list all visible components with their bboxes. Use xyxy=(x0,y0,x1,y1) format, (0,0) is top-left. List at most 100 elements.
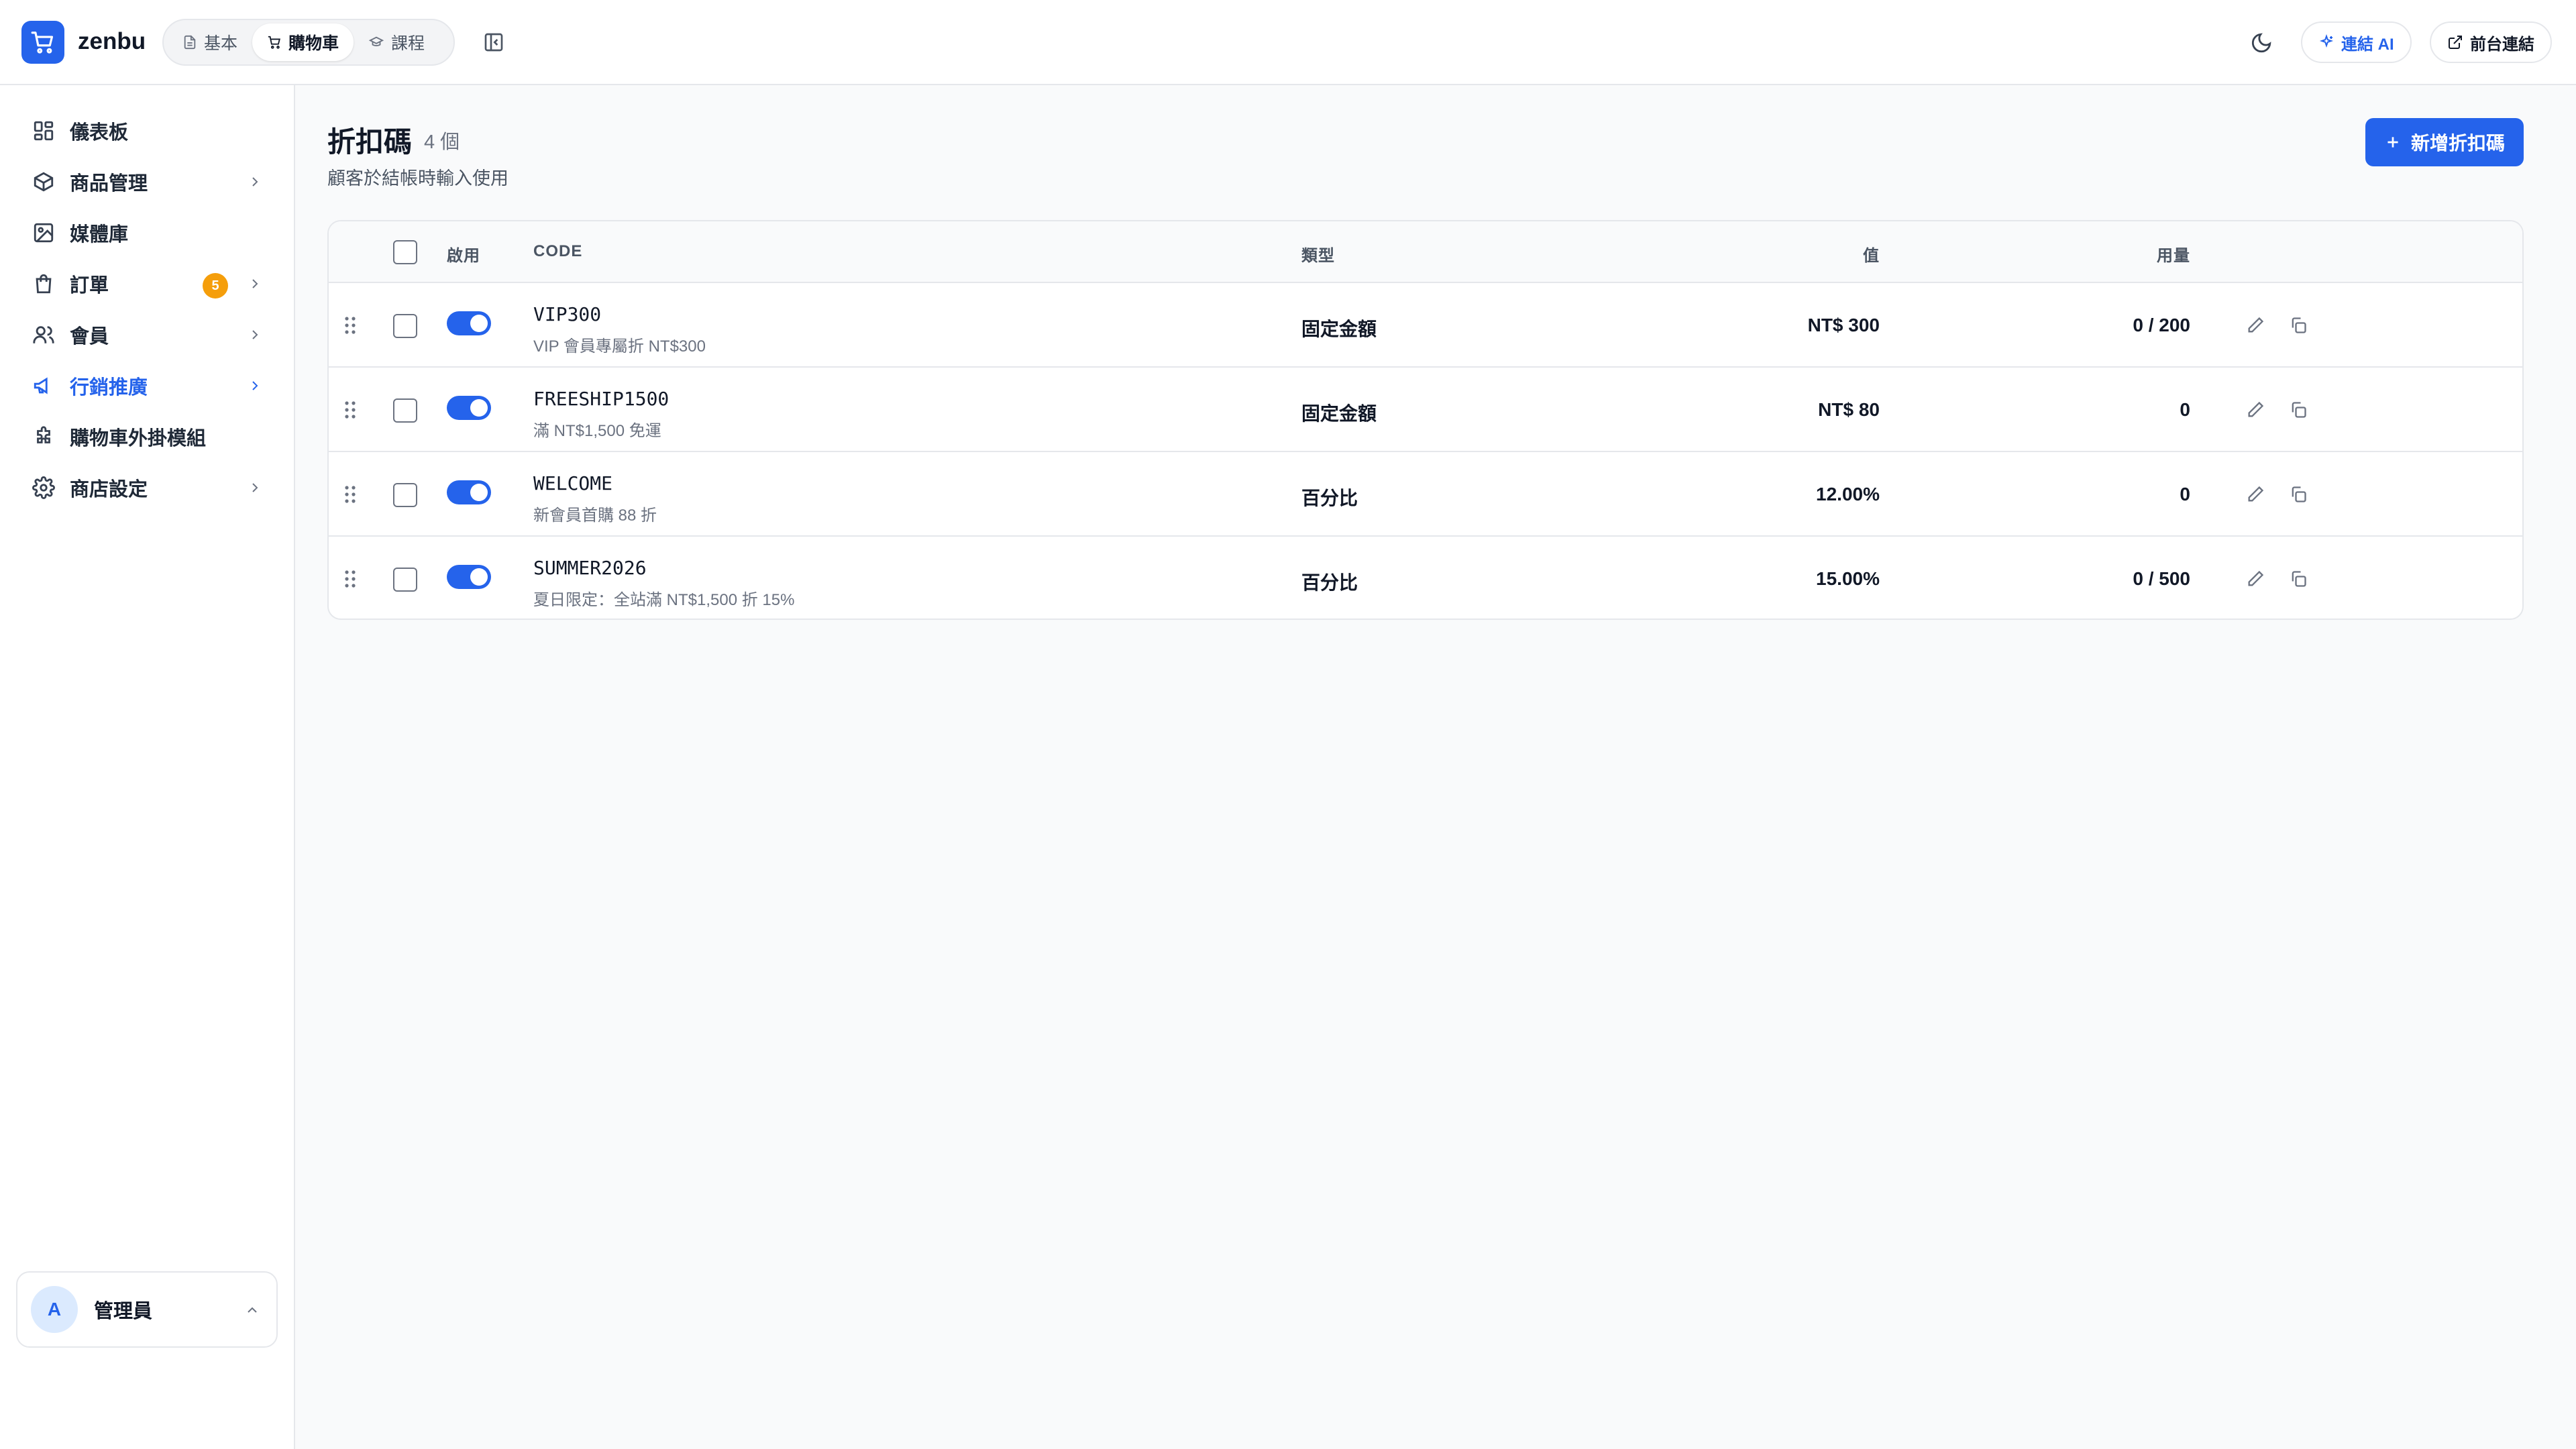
user-name: 管理員 xyxy=(94,1301,153,1322)
drag-handle-icon[interactable] xyxy=(343,400,357,420)
top-header: zenbu 基本 購物車 課程 連結 AI 前台連結 xyxy=(0,0,2576,85)
table-row[interactable]: VIP300 VIP 會員專屬折 NT$300 固定金額 NT$ 300 0 /… xyxy=(329,283,2522,368)
sidebar-item-marketing[interactable]: 行銷推廣 xyxy=(16,364,279,407)
sidebar-item-label: 會員 xyxy=(70,326,109,347)
tab-basic[interactable]: 基本 xyxy=(168,23,252,61)
discount-description: 新會員首購 88 折 xyxy=(533,506,657,525)
sidebar-item-members[interactable]: 會員 xyxy=(16,313,279,356)
column-usage[interactable]: 用量 xyxy=(2157,242,2190,266)
plus-icon xyxy=(2387,137,2398,148)
cart-icon xyxy=(268,36,280,49)
add-discount-code-label: 新增折扣碼 xyxy=(2410,133,2505,154)
connect-ai-label: 連結 AI xyxy=(2341,35,2394,54)
column-type[interactable]: 類型 xyxy=(1301,242,1335,266)
discount-value: NT$ 300 xyxy=(1807,315,1880,335)
discount-codes-table: 啟用 CODE 類型 值 用量 VIP300 VIP 會員專屬折 NT$300 … xyxy=(327,220,2524,620)
sidebar-item-dashboard[interactable]: 儀表板 xyxy=(16,109,279,152)
discount-usage: 0 xyxy=(2180,399,2190,420)
tab-course[interactable]: 課程 xyxy=(354,23,439,61)
discount-value: 15.00% xyxy=(1816,568,1880,589)
tab-course-label: 課程 xyxy=(391,34,425,53)
user-menu[interactable]: A 管理員 xyxy=(16,1271,278,1348)
app-switcher: 基本 購物車 課程 xyxy=(162,19,455,66)
enabled-toggle[interactable] xyxy=(447,311,491,335)
discount-value: NT$ 80 xyxy=(1818,399,1880,420)
sidebar-item-store-settings[interactable]: 商店設定 xyxy=(16,466,279,509)
select-all-checkbox[interactable] xyxy=(393,240,417,264)
sparkles-icon xyxy=(2319,34,2334,48)
row-checkbox[interactable] xyxy=(393,314,417,338)
pencil-icon[interactable] xyxy=(2243,567,2267,591)
copy-icon[interactable] xyxy=(2286,398,2310,422)
discount-description: 滿 NT$1,500 免運 xyxy=(533,422,661,440)
megaphone-icon xyxy=(34,377,48,394)
copy-icon[interactable] xyxy=(2286,313,2310,337)
puzzle-icon xyxy=(37,426,50,443)
sidebar-item-media[interactable]: 媒體庫 xyxy=(16,211,279,254)
column-enabled: 啟用 xyxy=(447,247,480,265)
tab-basic-label: 基本 xyxy=(204,34,238,53)
discount-value: 12.00% xyxy=(1816,484,1880,504)
sidebar-item-label: 行銷推廣 xyxy=(70,377,148,398)
drag-handle-icon[interactable] xyxy=(343,315,357,335)
connect-ai-button[interactable]: 連結 AI xyxy=(2301,21,2412,63)
gear-icon xyxy=(32,476,55,499)
copy-icon[interactable] xyxy=(2286,567,2310,591)
row-checkbox[interactable] xyxy=(393,483,417,507)
storefront-link-button[interactable]: 前台連結 xyxy=(2430,21,2552,63)
page-subtitle: 顧客於結帳時輸入使用 xyxy=(327,168,508,189)
pencil-icon[interactable] xyxy=(2243,398,2267,422)
tab-cart[interactable]: 購物車 xyxy=(252,23,354,61)
external-link-icon xyxy=(2449,36,2462,49)
discount-code: WELCOME xyxy=(533,472,613,494)
sidebar-item-label: 購物車外掛模組 xyxy=(70,428,207,449)
document-icon xyxy=(184,35,196,50)
sidebar-item-label: 商品管理 xyxy=(70,173,148,195)
chevron-right-icon xyxy=(252,330,258,339)
discount-usage: 0 xyxy=(2180,484,2190,504)
row-checkbox[interactable] xyxy=(393,568,417,592)
discount-type: 百分比 xyxy=(1301,488,1358,508)
chevron-right-icon xyxy=(252,381,258,390)
discount-usage: 0 / 200 xyxy=(2133,315,2190,335)
item-count: 4 個 xyxy=(424,131,460,153)
chevron-right-icon xyxy=(252,177,258,186)
chevron-right-icon xyxy=(252,279,258,288)
graduation-cap-icon xyxy=(368,36,384,46)
sidebar: 儀表板 商品管理 媒體庫 訂單 5 會員 行銷推廣 購物車外掛模組 商店設定 A… xyxy=(0,85,295,1449)
sidebar-item-cart-plugins[interactable]: 購物車外掛模組 xyxy=(16,415,279,458)
column-value[interactable]: 值 xyxy=(1863,242,1880,266)
moon-icon[interactable] xyxy=(2247,29,2275,57)
add-discount-code-button[interactable]: 新增折扣碼 xyxy=(2365,118,2524,166)
pencil-icon[interactable] xyxy=(2243,482,2267,506)
column-code[interactable]: CODE xyxy=(533,242,582,261)
page-title: 折扣碼 xyxy=(327,126,413,158)
box-icon xyxy=(34,172,54,192)
table-row[interactable]: FREESHIP1500 滿 NT$1,500 免運 固定金額 NT$ 80 0 xyxy=(329,368,2522,452)
copy-icon[interactable] xyxy=(2286,482,2310,506)
storefront-link-label: 前台連結 xyxy=(2470,35,2534,54)
discount-code: FREESHIP1500 xyxy=(533,388,669,410)
cart-logo-icon[interactable] xyxy=(21,21,64,64)
users-icon xyxy=(33,326,54,343)
table-header: 啟用 CODE 類型 值 用量 xyxy=(329,221,2522,283)
enabled-toggle[interactable] xyxy=(447,565,491,589)
enabled-toggle[interactable] xyxy=(447,480,491,504)
sidebar-item-label: 訂單 xyxy=(70,275,109,297)
table-row[interactable]: SUMMER2026 夏日限定：全站滿 NT$1,500 折 15% 百分比 1… xyxy=(329,537,2522,619)
pencil-icon[interactable] xyxy=(2243,313,2267,337)
discount-type: 百分比 xyxy=(1301,572,1358,593)
chevron-right-icon xyxy=(252,483,258,492)
table-row[interactable]: WELCOME 新會員首購 88 折 百分比 12.00% 0 xyxy=(329,452,2522,537)
chevron-up-icon xyxy=(248,1307,257,1313)
row-checkbox[interactable] xyxy=(393,398,417,423)
tab-cart-label: 購物車 xyxy=(288,34,339,53)
sidebar-item-products[interactable]: 商品管理 xyxy=(16,160,279,203)
sidebar-toggle-icon[interactable] xyxy=(480,29,507,56)
discount-usage: 0 / 500 xyxy=(2133,568,2190,589)
drag-handle-icon[interactable] xyxy=(343,569,357,589)
sidebar-item-orders[interactable]: 訂單 5 xyxy=(16,262,279,305)
enabled-toggle[interactable] xyxy=(447,396,491,420)
discount-description: VIP 會員專屬折 NT$300 xyxy=(533,337,706,356)
drag-handle-icon[interactable] xyxy=(343,484,357,504)
